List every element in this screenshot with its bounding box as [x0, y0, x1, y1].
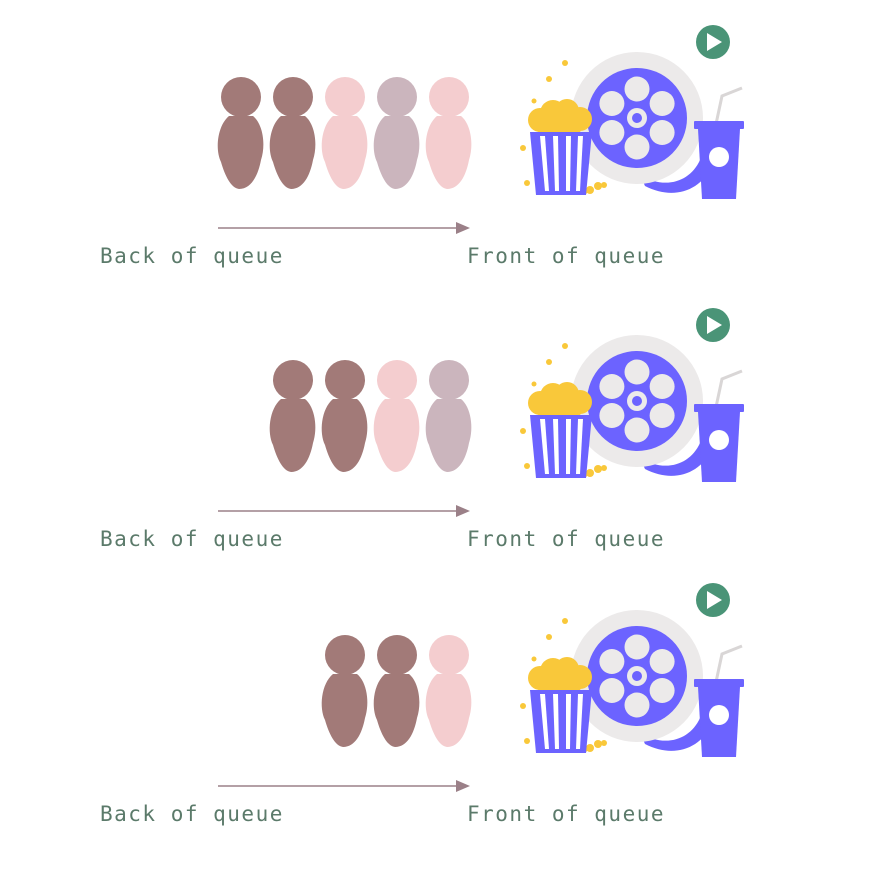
- film-reel-icon: [571, 52, 712, 193]
- queue-panel-1: Back of queue Front of queue: [0, 0, 880, 290]
- cinema-illustration: [520, 25, 744, 199]
- person-icon: [425, 360, 472, 472]
- back-of-queue-label: Back of queue: [100, 527, 284, 551]
- film-reel-icon: [571, 610, 712, 751]
- film-reel-icon: [571, 335, 712, 476]
- person-icon: [217, 77, 264, 189]
- front-of-queue-label: Front of queue: [467, 802, 666, 826]
- person-icon: [321, 77, 368, 189]
- play-icon: [696, 25, 730, 59]
- back-of-queue-label: Back of queue: [100, 802, 284, 826]
- person-icon: [373, 360, 420, 472]
- front-of-queue-label: Front of queue: [467, 244, 666, 268]
- people-queue: [321, 635, 472, 747]
- queue-arrow: [218, 505, 470, 517]
- person-icon: [425, 77, 472, 189]
- person-icon: [425, 635, 472, 747]
- play-icon: [696, 583, 730, 617]
- person-icon: [269, 360, 316, 472]
- queue-panel-2: Back of queue Front of queue: [0, 283, 880, 573]
- people-queue: [217, 77, 472, 189]
- popcorn-icon: [528, 382, 592, 478]
- person-icon: [373, 77, 420, 189]
- person-icon: [373, 635, 420, 747]
- person-icon: [321, 635, 368, 747]
- queue-panel-3: Back of queue Front of queue: [0, 558, 880, 848]
- popcorn-icon: [528, 657, 592, 753]
- queue-arrow: [218, 780, 470, 792]
- cinema-illustration: [520, 583, 744, 757]
- popcorn-icon: [528, 99, 592, 195]
- cinema-illustration: [520, 308, 744, 482]
- front-of-queue-label: Front of queue: [467, 527, 666, 551]
- play-icon: [696, 308, 730, 342]
- person-icon: [269, 77, 316, 189]
- person-icon: [321, 360, 368, 472]
- back-of-queue-label: Back of queue: [100, 244, 284, 268]
- people-queue: [269, 360, 472, 472]
- queue-arrow: [218, 222, 470, 234]
